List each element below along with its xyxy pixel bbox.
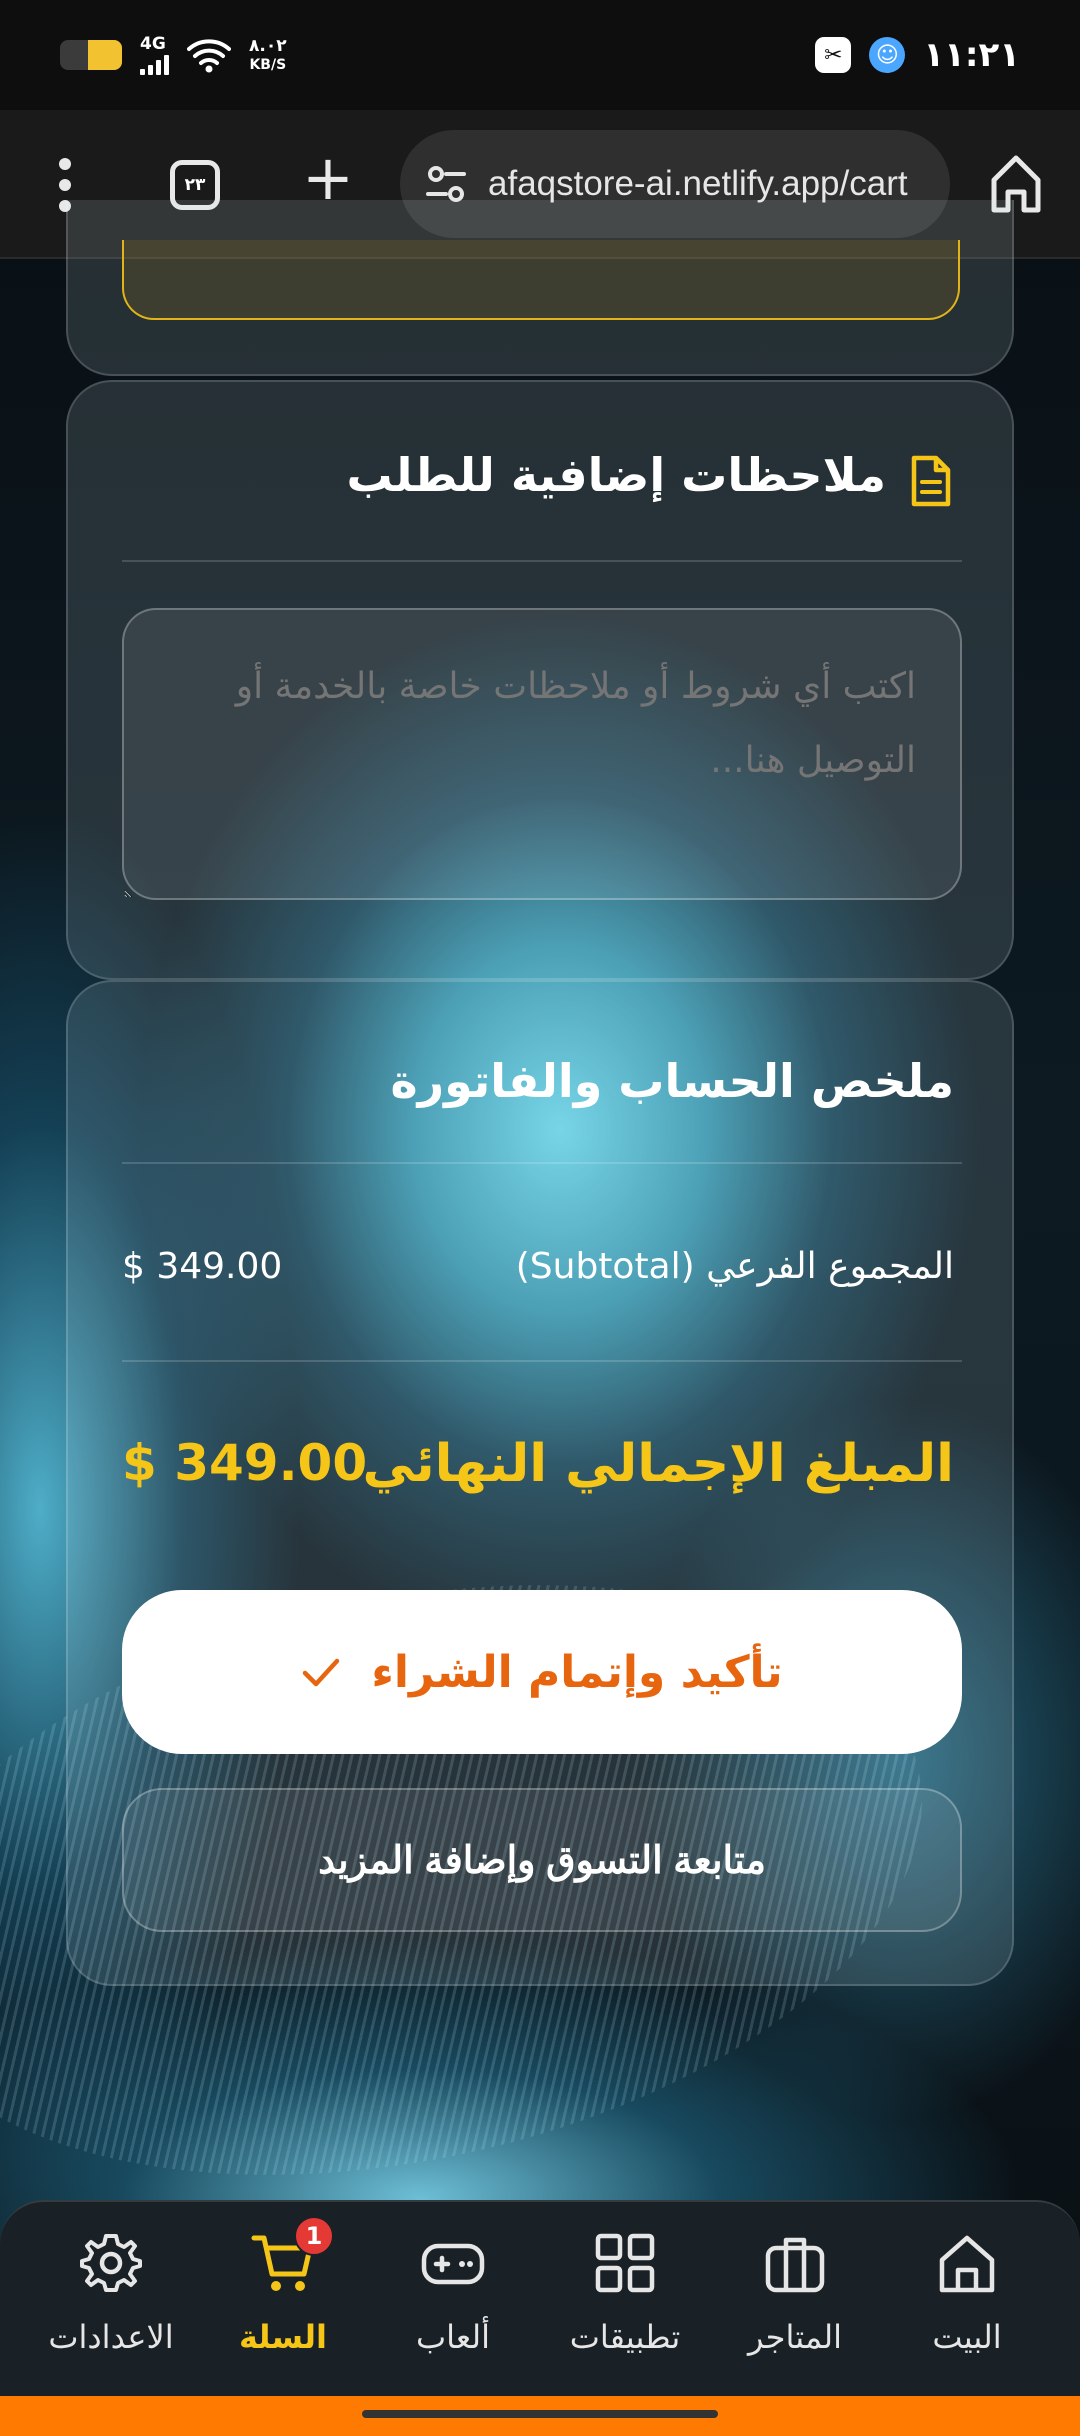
signal-bars-icon [140,54,169,75]
cart-count-badge: 1 [294,2216,334,2256]
nav-label-apps: تطبيقات [569,2318,681,2356]
capcut-icon: ✂ [815,37,852,73]
mobile-signal: 4G [140,33,169,75]
app-notification-icon: ☺ [869,37,906,73]
nav-label-home: البيت [932,2318,1002,2356]
continue-shopping-button[interactable]: متابعة التسوق وإضافة المزيد [122,1788,962,1932]
check-icon [303,1658,340,1687]
summary-title: ملخص الحساب والفاتورة [390,1054,954,1108]
grand-total-label: المبلغ الإجمالي النهائي [362,1434,955,1494]
gamepad-icon [421,2243,485,2285]
subtotal-label: المجموع الفرعي (Subtotal) [515,1246,954,1287]
status-bar: 4G ٨.٠٢ KB/S ✂ ☺ ١١:٢١ [0,0,1080,110]
nav-label-stores: المتاجر [748,2318,842,2356]
highlight-box [122,240,960,320]
cart-icon-wrap: 1 [250,2216,334,2296]
nav-label-cart: السلة [238,2318,327,2356]
status-left: 4G ٨.٠٢ KB/S [60,33,287,75]
notes-divider [122,560,962,562]
nav-label-games: ألعاب [416,2318,490,2356]
battery-icon [60,40,122,70]
nav-item-apps[interactable]: تطبيقات [540,2222,710,2382]
speed-unit: KB/S [249,57,287,73]
notes-title: ملاحظات إضافية للطلب [346,448,886,502]
subtotal-value: $ 349.00 [122,1246,283,1287]
previous-card [66,200,1014,376]
grand-total-value: $ 349.00 [122,1434,368,1492]
nav-item-stores[interactable]: المتاجر [710,2222,880,2382]
status-right: ✂ ☺ ١١:٢١ [815,35,1020,75]
bottom-navigation: البيت المتاجر تطبيقات ألعاب 1 السلة الاع… [0,2200,1080,2396]
network-speed: ٨.٠٢ KB/S [249,36,287,73]
nav-item-cart[interactable]: 1 السلة [198,2216,368,2382]
tab-count: ٢٣ [184,175,206,195]
nav-item-games[interactable]: ألعاب [368,2222,538,2382]
document-icon [911,455,951,507]
gesture-home-indicator[interactable] [362,2410,718,2418]
wifi-icon [187,39,231,73]
url-text: afaqstore-ai.netlify.app/cart [488,164,908,203]
apps-grid-icon [595,2233,655,2293]
nav-item-settings[interactable]: الاعدادات [26,2222,196,2382]
order-notes-card: ملاحظات إضافية للطلب [66,380,1014,980]
briefcase-icon [765,2237,825,2293]
confirm-purchase-button[interactable]: تأكيد وإتمام الشراء [122,1590,962,1754]
settings-gear-icon [80,2234,142,2292]
summary-divider-top [122,1162,962,1164]
nav-item-home[interactable]: البيت [882,2222,1052,2382]
home-icon [939,2235,995,2293]
summary-divider-mid [122,1360,962,1362]
nav-label-settings: الاعدادات [48,2318,174,2356]
order-notes-textarea[interactable] [122,608,962,900]
speed-value: ٨.٠٢ [249,36,287,56]
network-type: 4G [140,33,166,54]
clock: ١١:٢١ [923,35,1020,75]
order-summary-card: ملخص الحساب والفاتورة المجموع الفرعي (Su… [66,980,1014,1986]
continue-shopping-label: متابعة التسوق وإضافة المزيد [318,1839,766,1882]
confirm-purchase-label: تأكيد وإتمام الشراء [371,1646,783,1698]
